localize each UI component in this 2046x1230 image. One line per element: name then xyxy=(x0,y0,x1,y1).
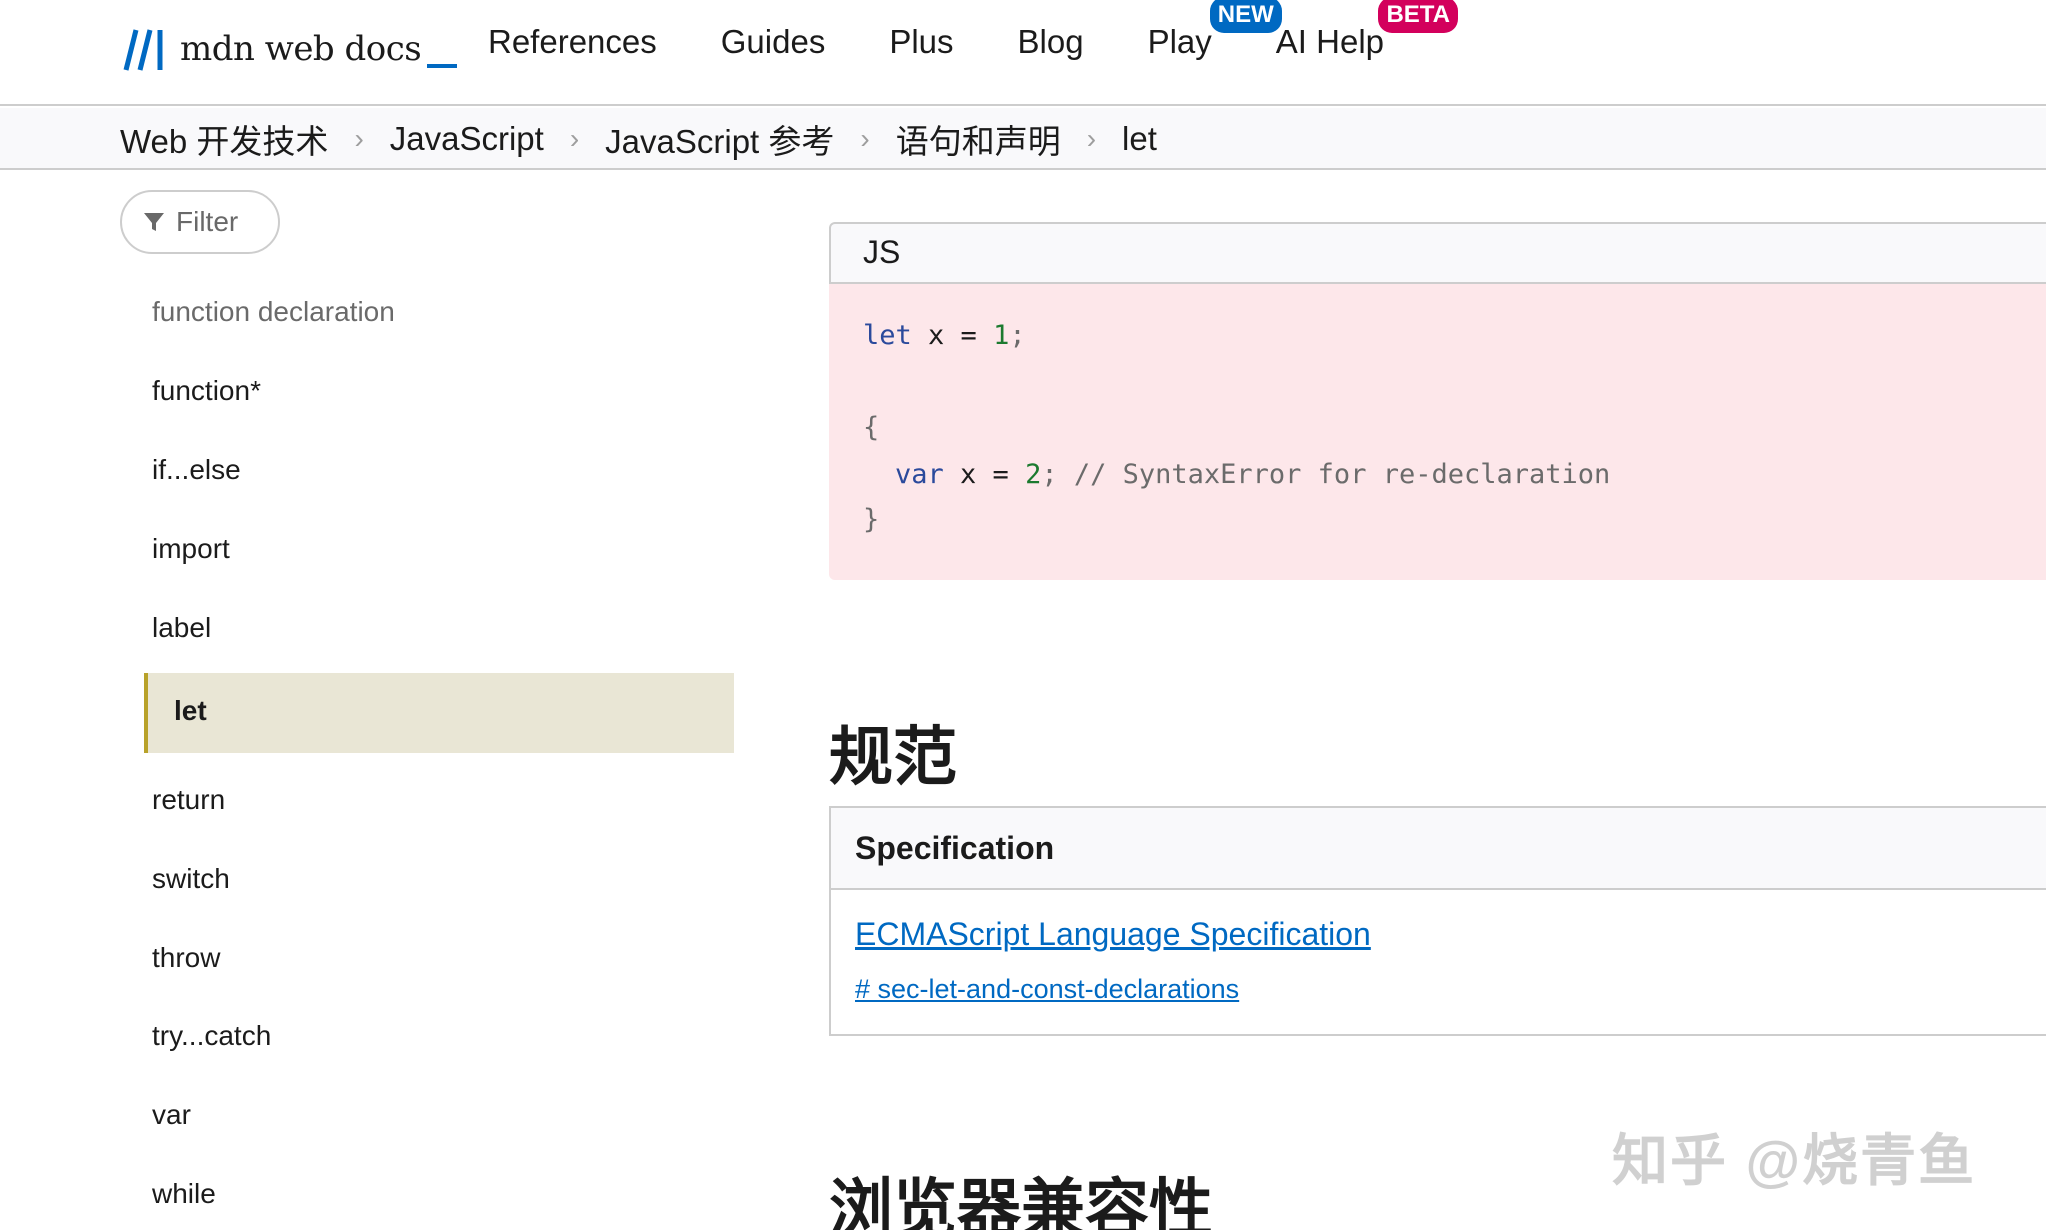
beta-badge: BETA xyxy=(1378,0,1459,33)
sidebar-item-while[interactable]: while xyxy=(152,1178,216,1210)
specifications-heading: 规范 xyxy=(829,721,957,795)
nav-guides[interactable]: Guides xyxy=(721,23,826,61)
sidebar-item-throw[interactable]: throw xyxy=(152,942,220,974)
code-keyword: var xyxy=(895,459,944,490)
new-badge: NEW xyxy=(1209,0,1282,33)
mdn-logo[interactable]: mdn web docs xyxy=(120,20,458,72)
sidebar-item-try-catch[interactable]: try...catch xyxy=(152,1020,271,1052)
code-line-4: } xyxy=(863,504,880,535)
code-punctuation: ; xyxy=(1009,320,1026,351)
code-block: let x = 1; { var x = 2; // SyntaxError f… xyxy=(829,282,2046,580)
chevron-right-icon: › xyxy=(1086,123,1097,154)
ecmascript-spec-link[interactable]: ECMAScript Language Specification xyxy=(855,916,1371,953)
sidebar-item-active[interactable]: let xyxy=(144,673,734,753)
filter-icon xyxy=(144,213,164,231)
code-line-1: let x = 1; xyxy=(863,320,1026,351)
code-text: x = xyxy=(943,459,1026,490)
sidebar-item-return[interactable]: return xyxy=(152,784,225,816)
chevron-right-icon: › xyxy=(860,123,870,154)
sidebar-item-label[interactable]: label xyxy=(152,612,211,644)
sidebar-filter-button[interactable]: Filter xyxy=(120,190,280,254)
filter-label: Filter xyxy=(176,206,239,237)
logo-underscore xyxy=(427,64,458,68)
nav-ai-help-label: AI Help xyxy=(1275,23,1385,60)
mdn-logo-icon xyxy=(123,29,163,71)
code-number: 1 xyxy=(993,320,1010,351)
code-language-label: JS xyxy=(863,234,901,270)
sidebar-item-let: let xyxy=(174,695,207,726)
code-line-2: { xyxy=(863,412,880,443)
specifications-table: Specification ECMAScript Language Specif… xyxy=(829,806,2046,1036)
spec-anchor-link[interactable]: # sec-let-and-const-declarations xyxy=(855,974,1239,1005)
sidebar-item-import[interactable]: import xyxy=(152,533,230,565)
sidebar-item-function-star[interactable]: function* xyxy=(152,375,261,407)
breadcrumb-js-reference[interactable]: JavaScript 参考 xyxy=(605,115,834,163)
spec-column-title: Specification xyxy=(855,830,1055,866)
breadcrumb-javascript[interactable]: JavaScript xyxy=(390,120,544,158)
chevron-right-icon: › xyxy=(354,123,364,154)
code-text: x = xyxy=(911,320,994,351)
code-punctuation: ; xyxy=(1041,459,1058,490)
code-number: 2 xyxy=(1025,459,1042,490)
browser-compat-heading: 浏览器兼容性 xyxy=(829,1173,1213,1230)
sidebar-item-var[interactable]: var xyxy=(152,1099,191,1131)
spec-table-header: Specification xyxy=(831,808,2046,890)
breadcrumb-let[interactable]: let xyxy=(1122,120,1157,158)
breadcrumb: Web 开发技术 › JavaScript › JavaScript 参考 › … xyxy=(120,108,1157,170)
code-comment: // SyntaxError for re-declaration xyxy=(1057,459,1611,490)
sidebar-item-function-declaration[interactable]: function declaration xyxy=(152,296,395,328)
chevron-right-icon: › xyxy=(569,123,580,154)
top-nav: mdn web docs References Guides Plus Blog… xyxy=(0,0,2046,106)
nav-play[interactable]: Play NEW xyxy=(1147,0,1282,61)
zhihu-watermark: 知乎 @烧青鱼 xyxy=(1612,1129,1977,1192)
nav-plus[interactable]: Plus xyxy=(889,23,953,61)
breadcrumb-web[interactable]: Web 开发技术 xyxy=(120,115,328,163)
nav-ai-help[interactable]: AI Help BETA xyxy=(1275,0,1459,61)
nav-play-label: Play xyxy=(1147,23,1212,60)
logo-text: mdn web docs xyxy=(180,29,422,69)
code-block-header: JS xyxy=(829,222,2046,282)
main-menu: References Guides Plus Blog Play NEW AI … xyxy=(488,0,1459,84)
nav-references[interactable]: References xyxy=(488,23,657,61)
code-line-3: var x = 2; // SyntaxError for re-declara… xyxy=(895,459,1610,490)
nav-blog[interactable]: Blog xyxy=(1018,23,1084,61)
sidebar-item-if-else[interactable]: if...else xyxy=(152,454,241,486)
breadcrumb-statements[interactable]: 语句和声明 xyxy=(896,115,1061,163)
code-keyword: let xyxy=(863,320,912,351)
sidebar-item-switch[interactable]: switch xyxy=(152,863,230,895)
breadcrumb-bar: Web 开发技术 › JavaScript › JavaScript 参考 › … xyxy=(0,108,2046,170)
